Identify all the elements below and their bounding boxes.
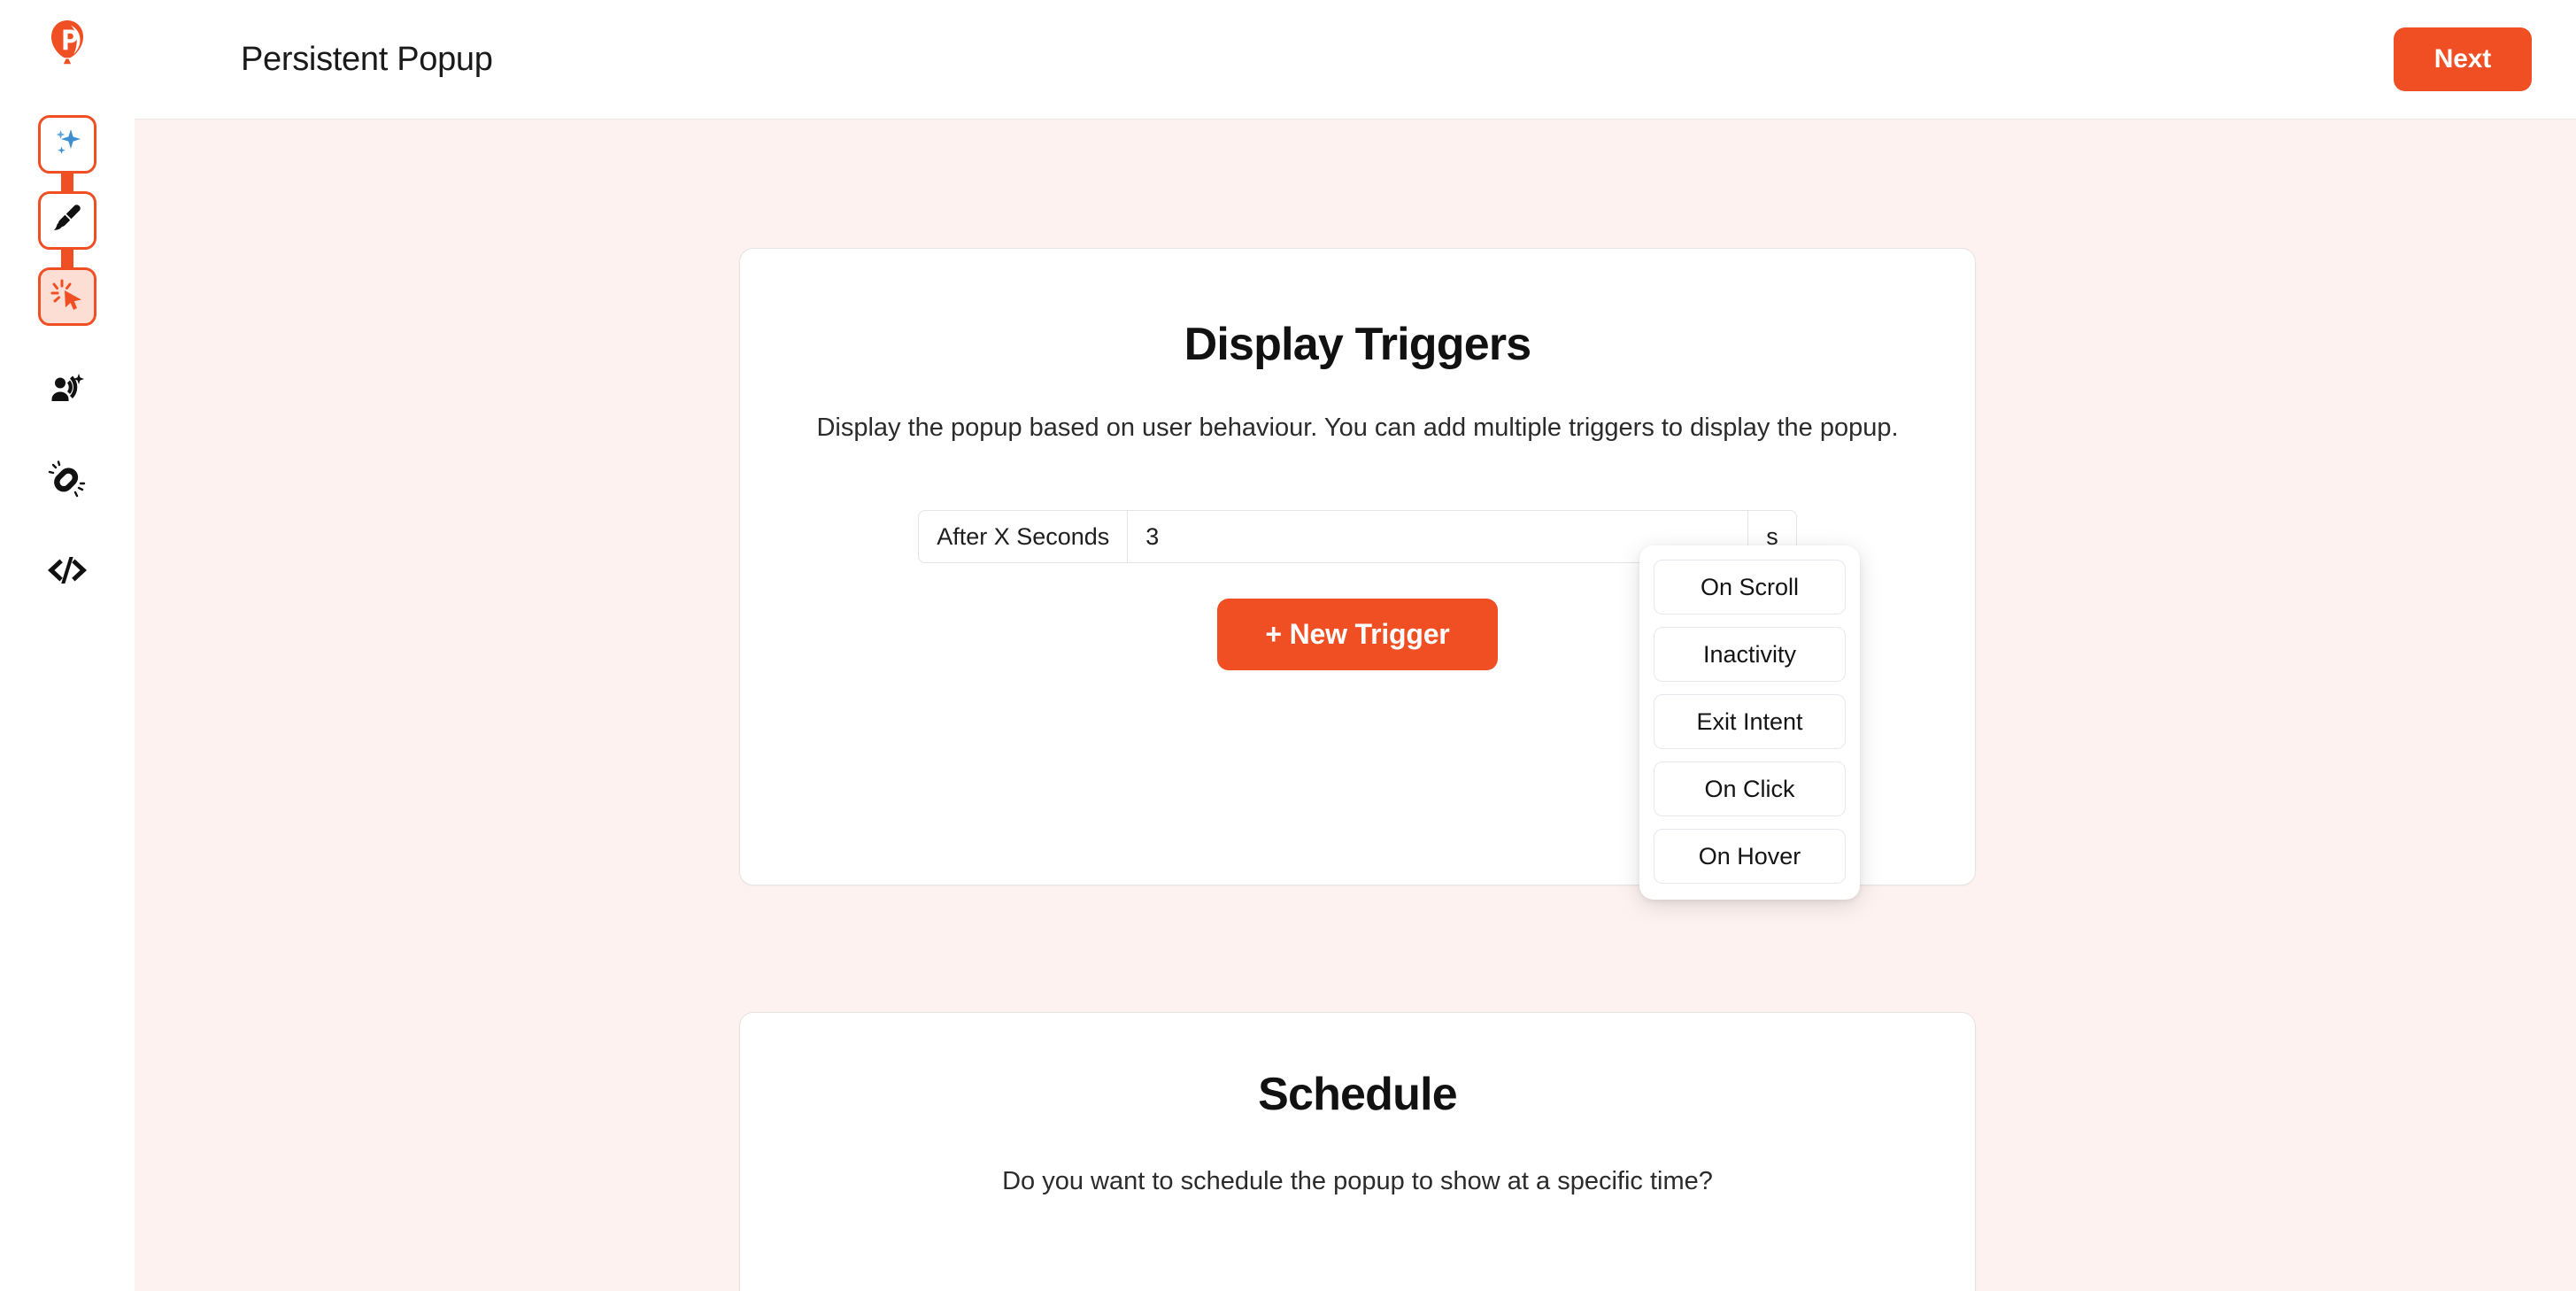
cursor-click-icon (50, 277, 85, 317)
next-button[interactable]: Next (2393, 27, 2532, 91)
dropdown-option-on-hover[interactable]: On Hover (1654, 829, 1846, 884)
trigger-type-label[interactable]: After X Seconds (919, 511, 1129, 563)
dropdown-option-inactivity[interactable]: Inactivity (1654, 627, 1846, 682)
sidebar-item-embed-code[interactable] (42, 547, 92, 597)
balloon-logo-icon[interactable] (40, 16, 95, 71)
code-icon (47, 553, 88, 592)
top-header: Persistent Popup Next (135, 0, 2576, 120)
schedule-title: Schedule (1258, 1069, 1458, 1120)
sidebar-item-generate[interactable] (38, 115, 96, 174)
trigger-type-dropdown: On Scroll Inactivity Exit Intent On Clic… (1639, 545, 1860, 900)
new-trigger-button[interactable]: + New Trigger (1217, 599, 1498, 671)
display-triggers-description: Display the popup based on user behaviou… (816, 414, 1899, 442)
sidebar-item-audience[interactable] (42, 367, 92, 416)
sidebar-item-integrations[interactable] (42, 457, 92, 506)
dropdown-option-on-scroll[interactable]: On Scroll (1654, 560, 1846, 615)
app-root: Persistent Popup Next Display Triggers D… (0, 0, 2576, 1291)
step-connector (61, 172, 73, 193)
left-rail (0, 0, 135, 1291)
main-canvas: Display Triggers Display the popup based… (135, 120, 2576, 1291)
schedule-card: Schedule Do you want to schedule the pop… (739, 1012, 1976, 1291)
audience-broadcast-icon (48, 370, 87, 414)
sidebar-item-design[interactable] (38, 191, 96, 250)
display-triggers-title: Display Triggers (1184, 319, 1532, 370)
step-connector (61, 248, 73, 269)
sparkles-icon (50, 125, 85, 165)
step-nav (38, 115, 96, 326)
page-title: Persistent Popup (241, 41, 493, 78)
sidebar-item-triggers[interactable] (38, 267, 96, 326)
dropdown-option-exit-intent[interactable]: Exit Intent (1654, 694, 1846, 749)
dropdown-option-on-click[interactable]: On Click (1654, 761, 1846, 816)
paintbrush-icon (50, 201, 85, 241)
schedule-description: Do you want to schedule the popup to sho… (1002, 1167, 1713, 1195)
magnet-icon (48, 460, 87, 504)
